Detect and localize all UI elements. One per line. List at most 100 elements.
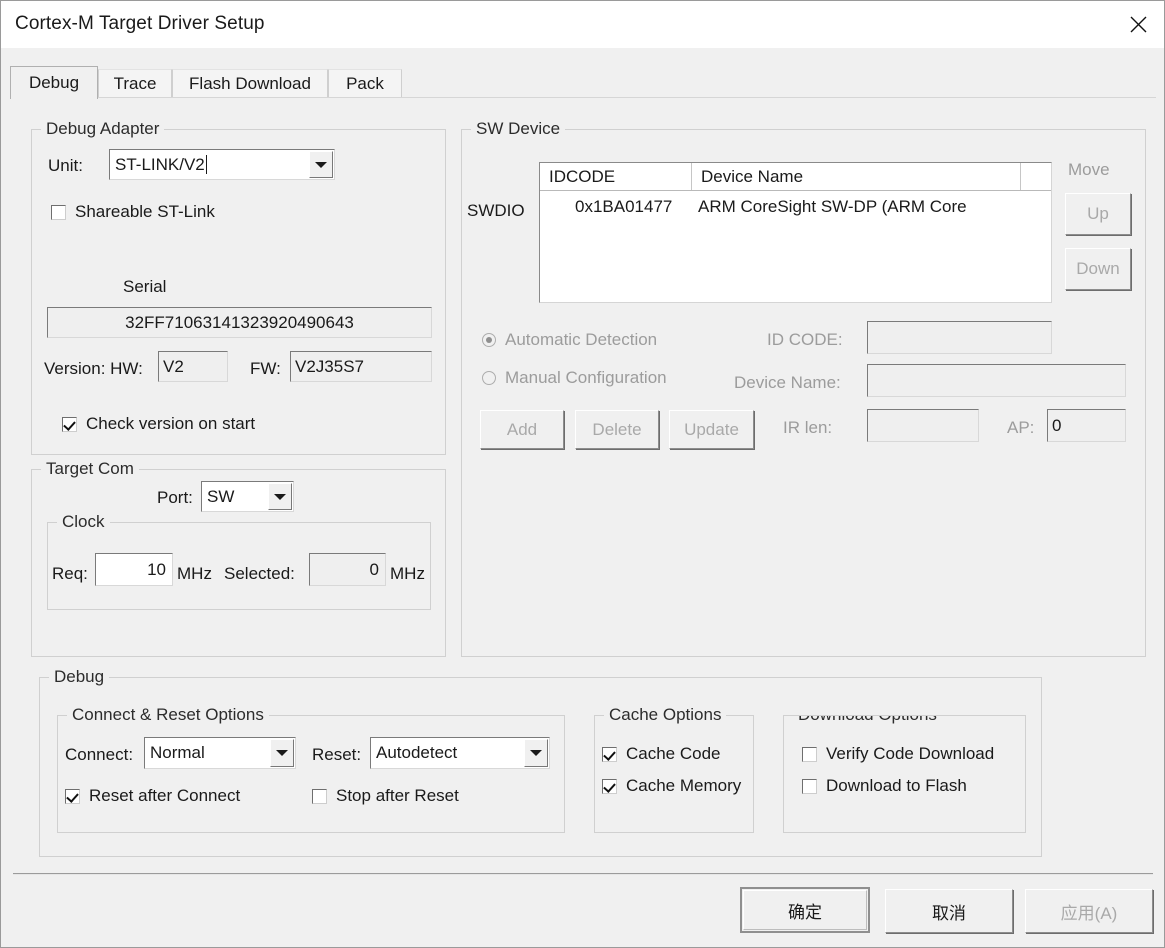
shareable-st-link-label: Shareable ST-Link [75,202,215,221]
group-target-com-legend: Target Com [41,459,139,479]
cell-idcode: 0x1BA01477 [575,197,673,216]
ok-button-label: 确定 [788,902,822,922]
download-to-flash-label: Download to Flash [826,776,967,795]
clock-selected-label: Selected: [224,564,295,583]
text-caret [205,155,207,174]
tab-flash-download[interactable]: Flash Download [172,69,328,97]
manual-configuration-label: Manual Configuration [505,368,667,387]
chevron-down-icon[interactable] [309,151,333,178]
chevron-down-icon[interactable] [524,739,548,767]
connect-combobox-value: Normal [150,743,205,762]
clock-selected-unit: MHz [390,564,425,583]
tab-pack[interactable]: Pack [328,69,402,97]
serial-label: Serial [123,277,167,296]
apply-button[interactable]: 应用(A) [1025,889,1153,933]
port-label: Port: [157,488,193,507]
footer-separator [13,873,1153,875]
id-code-field [867,321,1052,354]
cache-memory-label: Cache Memory [626,776,742,795]
fw-version-field: V2J35S7 [290,351,432,382]
manual-configuration-radio-box [482,371,496,385]
reset-after-connect-label: Reset after Connect [89,786,241,805]
automatic-detection-label: Automatic Detection [505,330,658,349]
group-debug-adapter-legend: Debug Adapter [41,119,165,139]
group-cache-options-legend: Cache Options [604,705,727,725]
reset-combobox[interactable]: Autodetect [370,737,550,769]
reset-after-connect-checkbox[interactable]: Reset after Connect [65,786,240,806]
cache-code-checkbox[interactable]: Cache Code [602,744,721,764]
update-button[interactable]: Update [669,410,754,449]
cache-code-label: Cache Code [626,744,721,763]
ok-button[interactable]: 确定 [740,887,870,933]
move-label: Move [1068,160,1110,179]
verify-code-download-checkbox[interactable]: Verify Code Download [802,744,994,764]
clock-selected-field: 0 [309,553,386,586]
delete-button[interactable]: Delete [575,410,659,449]
cancel-button[interactable]: 取消 [885,889,1013,933]
group-connect-reset-options: Connect & Reset Options [57,705,565,833]
reset-combobox-value: Autodetect [376,743,458,762]
group-sw-device-legend: SW Device [471,119,566,139]
stop-after-reset-checkbox[interactable]: Stop after Reset [312,786,459,806]
tab-trace[interactable]: Trace [98,69,172,97]
tab-debug[interactable]: Debug [10,66,98,99]
version-hw-label: Version: HW: [44,359,143,378]
window-title: Cortex-M Target Driver Setup [15,13,265,34]
move-down-button[interactable]: Down [1065,248,1131,290]
stop-after-reset-label: Stop after Reset [336,786,459,805]
shareable-st-link-checkbox[interactable]: Shareable ST-Link [51,202,215,222]
column-header-extra[interactable] [1021,163,1051,190]
table-row[interactable]: 0x1BA01477 ARM CoreSight SW-DP (ARM Core [540,192,1051,222]
hw-version-field: V2 [158,351,228,382]
automatic-detection-radio[interactable]: Automatic Detection [482,330,657,350]
ir-len-field [867,409,979,442]
clock-req-label: Req: [52,564,88,583]
verify-code-download-checkbox-box [802,746,817,762]
unit-combobox-value: ST-LINK/V2 [115,154,205,174]
connect-label: Connect: [65,745,134,764]
column-header-idcode[interactable]: IDCODE [540,163,692,190]
connect-combobox[interactable]: Normal [144,737,296,769]
download-to-flash-checkbox-box [802,778,817,794]
check-version-on-start-label: Check version on start [86,414,256,433]
unit-combobox[interactable]: ST-LINK/V2 [109,149,335,180]
tab-strip: Debug Trace Flash Download Pack [10,66,1156,99]
device-name-field [867,364,1126,397]
cache-code-checkbox-box [602,746,617,762]
move-up-button[interactable]: Up [1065,193,1131,235]
swdio-label: SWDIO [467,201,525,220]
id-code-label: ID CODE: [767,330,843,349]
reset-after-connect-checkbox-box [65,788,80,804]
group-download-options-legend: Download Options [793,716,942,725]
add-button[interactable]: Add [480,410,564,449]
ir-len-label: IR len: [783,418,833,437]
cache-memory-checkbox-box [602,778,617,794]
device-list-header: IDCODE Device Name [540,163,1051,191]
clock-req-unit: MHz [177,564,212,583]
group-download-options: Download Options Verify Code Download Do… [783,715,1026,833]
check-version-on-start-checkbox-box [62,416,77,432]
port-combobox[interactable]: SW [201,481,294,512]
group-connect-reset-options-legend: Connect & Reset Options [67,705,269,725]
chevron-down-icon[interactable] [268,483,292,510]
dialog-window: Cortex-M Target Driver Setup Debug Trace… [0,0,1165,948]
port-combobox-value: SW [207,486,235,506]
check-version-on-start-checkbox[interactable]: Check version on start [62,414,255,434]
chevron-down-icon[interactable] [270,739,294,767]
column-header-device-name[interactable]: Device Name [692,163,1021,190]
group-debug-legend: Debug [49,667,110,687]
download-to-flash-checkbox[interactable]: Download to Flash [802,776,967,796]
title-bar: Cortex-M Target Driver Setup [1,1,1164,48]
manual-configuration-radio[interactable]: Manual Configuration [482,368,667,388]
device-name-label: Device Name: [734,373,841,392]
serial-field: 32FF71063141323920490643 [47,307,432,338]
shareable-st-link-checkbox-box [51,204,66,220]
automatic-detection-radio-box [482,333,496,347]
close-icon[interactable] [1112,1,1164,47]
clock-req-field[interactable]: 10 [95,553,173,586]
fw-label: FW: [250,359,281,378]
stop-after-reset-checkbox-box [312,788,327,804]
unit-label: Unit: [48,156,83,175]
cache-memory-checkbox[interactable]: Cache Memory [602,776,741,796]
device-list[interactable]: IDCODE Device Name 0x1BA01477 ARM CoreSi… [539,162,1052,303]
